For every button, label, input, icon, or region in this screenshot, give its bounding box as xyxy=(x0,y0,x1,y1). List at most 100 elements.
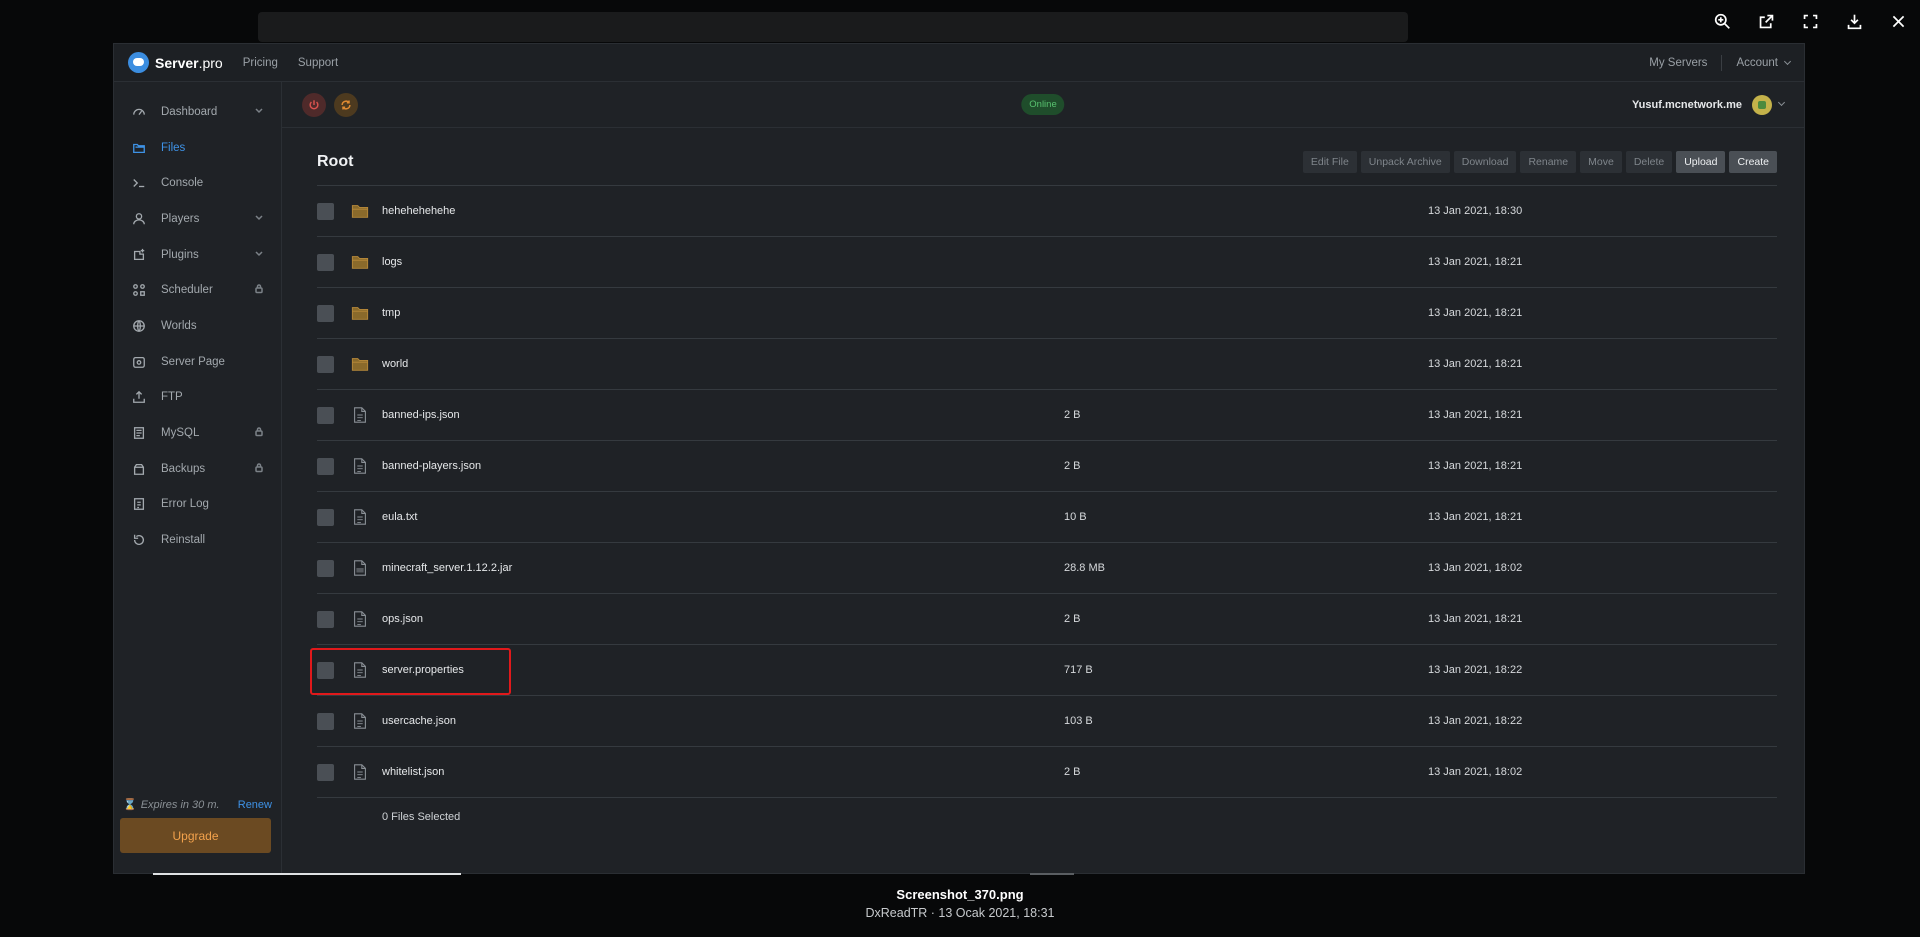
table-row[interactable]: usercache.json 103 B 13 Jan 2021, 18:22 xyxy=(317,696,1777,747)
file-size: 2 B xyxy=(1064,460,1081,472)
table-row[interactable]: whitelist.json 2 B 13 Jan 2021, 18:02 xyxy=(317,747,1777,798)
table-row[interactable]: eula.txt 10 B 13 Jan 2021, 18:21 xyxy=(317,492,1777,543)
error-log-icon xyxy=(131,496,147,512)
file-name[interactable]: eula.txt xyxy=(382,511,417,523)
sidebar-item-players[interactable]: Players xyxy=(114,201,281,237)
file-name[interactable]: tmp xyxy=(382,307,400,319)
row-checkbox[interactable] xyxy=(317,457,334,475)
download-button[interactable]: Download xyxy=(1453,150,1517,173)
file-date: 13 Jan 2021, 18:21 xyxy=(1428,511,1523,523)
file-date: 13 Jan 2021, 18:21 xyxy=(1428,460,1523,472)
file-icon xyxy=(350,660,370,680)
move-button[interactable]: Move xyxy=(1580,150,1622,173)
selected-count: 0 Files Selected xyxy=(382,811,461,823)
sidebar-item-files[interactable]: Files xyxy=(114,130,281,166)
sidebar-item-label: Backups xyxy=(161,462,206,475)
main-content: Online Yusuf.mcnetwork.me Root Edit File… xyxy=(282,82,1804,873)
delete-button[interactable]: Delete xyxy=(1625,150,1673,173)
table-row[interactable]: hehehehehehe 13 Jan 2021, 18:30 xyxy=(317,186,1777,237)
file-size: 717 B xyxy=(1064,664,1093,676)
backups-icon xyxy=(131,461,147,477)
lock-icon xyxy=(254,427,264,440)
server-control-bar: Online Yusuf.mcnetwork.me xyxy=(282,82,1804,128)
sidebar-item-server-page[interactable]: Server Page xyxy=(114,344,281,380)
sidebar-item-ftp[interactable]: FTP xyxy=(114,380,281,416)
nav-pricing[interactable]: Pricing xyxy=(243,57,278,69)
sidebar-item-console[interactable]: Console xyxy=(114,165,281,201)
zoom-in-icon[interactable] xyxy=(1700,0,1744,42)
sidebar-item-reinstall[interactable]: Reinstall xyxy=(114,522,281,558)
chevron-down-icon xyxy=(255,108,263,113)
open-external-icon[interactable] xyxy=(1744,0,1788,42)
file-name[interactable]: whitelist.json xyxy=(382,766,444,778)
table-row[interactable]: ops.json 2 B 13 Jan 2021, 18:21 xyxy=(317,594,1777,645)
file-name[interactable]: logs xyxy=(382,256,402,268)
download-icon[interactable] xyxy=(1832,0,1876,42)
table-row[interactable]: banned-ips.json 2 B 13 Jan 2021, 18:21 xyxy=(317,390,1777,441)
table-row[interactable]: world 13 Jan 2021, 18:21 xyxy=(317,339,1777,390)
reinstall-icon xyxy=(131,532,147,548)
file-name[interactable]: hehehehehehe xyxy=(382,205,455,217)
row-checkbox[interactable] xyxy=(317,763,334,781)
fullscreen-icon[interactable] xyxy=(1788,0,1832,42)
top-navigation: Server.pro Pricing Support My Servers Ac… xyxy=(114,44,1804,82)
lock-icon xyxy=(254,462,264,475)
user-menu[interactable]: Yusuf.mcnetwork.me xyxy=(1632,94,1786,115)
serverpro-logo[interactable]: Server.pro xyxy=(128,52,223,73)
file-name[interactable]: server.properties xyxy=(382,664,464,676)
file-date: 13 Jan 2021, 18:02 xyxy=(1428,562,1523,574)
row-checkbox[interactable] xyxy=(317,253,334,271)
row-checkbox[interactable] xyxy=(317,406,334,424)
power-button[interactable] xyxy=(302,92,326,117)
sidebar-item-scheduler[interactable]: Scheduler xyxy=(114,272,281,308)
file-date: 13 Jan 2021, 18:21 xyxy=(1428,358,1523,370)
nav-my-servers[interactable]: My Servers xyxy=(1649,57,1707,69)
chevron-down-icon xyxy=(1777,98,1786,107)
edit-file-button[interactable]: Edit File xyxy=(1302,150,1357,173)
row-checkbox[interactable] xyxy=(317,712,334,730)
row-checkbox[interactable] xyxy=(317,202,334,220)
sidebar-item-plugins[interactable]: Plugins xyxy=(114,237,281,273)
sidebar-item-label: Console xyxy=(161,177,204,190)
row-checkbox[interactable] xyxy=(317,661,334,679)
table-row[interactable]: tmp 13 Jan 2021, 18:21 xyxy=(317,288,1777,339)
sidebar-item-label: FTP xyxy=(161,391,183,404)
renew-link[interactable]: Renew xyxy=(238,799,272,811)
file-name[interactable]: usercache.json xyxy=(382,715,456,727)
sidebar-item-backups[interactable]: Backups xyxy=(114,451,281,487)
nav-support[interactable]: Support xyxy=(298,57,338,69)
file-name[interactable]: minecraft_server.1.12.2.jar xyxy=(382,562,512,574)
row-checkbox[interactable] xyxy=(317,610,334,628)
upload-button[interactable]: Upload xyxy=(1676,150,1726,173)
restart-button[interactable] xyxy=(334,92,358,117)
file-name[interactable]: world xyxy=(382,358,408,370)
folder-icon xyxy=(350,252,370,272)
table-row[interactable]: banned-players.json 2 B 13 Jan 2021, 18:21 xyxy=(317,441,1777,492)
viewer-thumbnail-ghost xyxy=(1030,873,1074,875)
sidebar-item-worlds[interactable]: Worlds xyxy=(114,308,281,344)
unpack-archive-button[interactable]: Unpack Archive xyxy=(1360,150,1450,173)
file-name[interactable]: ops.json xyxy=(382,613,423,625)
image-filename: Screenshot_370.png xyxy=(896,887,1024,902)
row-checkbox[interactable] xyxy=(317,355,334,373)
sidebar-item-mysql[interactable]: MySQL xyxy=(114,415,281,451)
create-button[interactable]: Create xyxy=(1729,150,1777,173)
sidebar-item-dashboard[interactable]: Dashboard xyxy=(114,94,281,130)
row-checkbox[interactable] xyxy=(317,559,334,577)
upgrade-button[interactable]: Upgrade xyxy=(120,818,271,853)
rename-button[interactable]: Rename xyxy=(1520,150,1577,173)
file-name[interactable]: banned-players.json xyxy=(382,460,481,472)
row-checkbox[interactable] xyxy=(317,508,334,526)
file-icon xyxy=(350,456,370,476)
sidebar-item-error-log[interactable]: Error Log xyxy=(114,487,281,523)
image-meta: DxReadTR · 13 Ocak 2021, 18:31 xyxy=(865,906,1055,920)
table-row[interactable]: minecraft_server.1.12.2.jar 28.8 MB 13 Jan… xyxy=(317,543,1777,594)
nav-account[interactable]: Account xyxy=(1736,57,1792,69)
table-row[interactable]: logs 13 Jan 2021, 18:21 xyxy=(317,237,1777,288)
file-manager: Root Edit File Unpack Archive Download Rena… xyxy=(310,138,1777,823)
table-row[interactable]: server.properties 717 B 13 Jan 2021, 18:22 xyxy=(310,645,1777,696)
sidebar-item-label: Error Log xyxy=(161,498,209,511)
row-checkbox[interactable] xyxy=(317,304,334,322)
file-name[interactable]: banned-ips.json xyxy=(382,409,460,421)
close-icon[interactable] xyxy=(1876,0,1920,42)
